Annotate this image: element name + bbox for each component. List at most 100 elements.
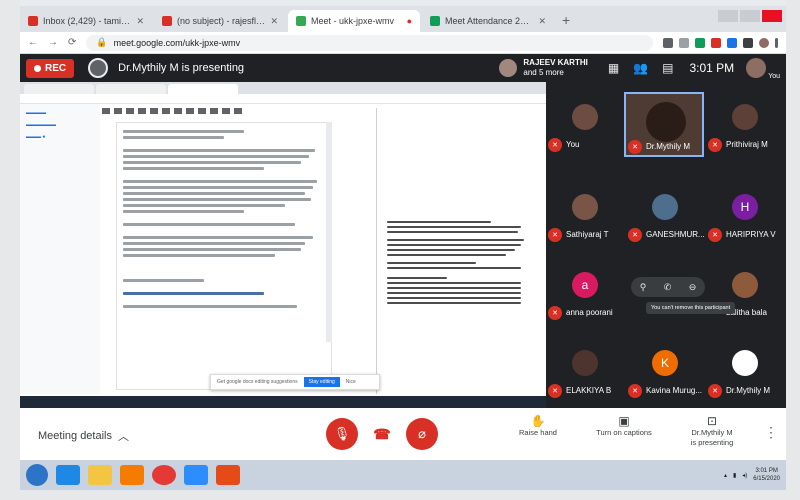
star-icon[interactable] xyxy=(679,37,689,48)
mic-off-icon: ✕ xyxy=(548,138,562,152)
participant-tile[interactable]: ✕ Dr.Mythily M xyxy=(706,338,786,403)
participant-tile[interactable]: ✕ GANESHMUR... xyxy=(626,182,706,247)
mic-toggle-button[interactable]: 🎙 xyxy=(326,418,358,450)
tab-gmail-inbox[interactable]: Inbox (2,429) - tamilpavai@gm ✕ xyxy=(20,10,152,32)
participant-tile[interactable]: H ✕ HARIPRIYA V xyxy=(706,182,786,247)
close-window-button[interactable] xyxy=(762,10,782,22)
participant-tile[interactable]: ✕ Sathiyaraj T xyxy=(546,182,626,247)
pdf-table-row xyxy=(387,302,522,304)
shared-screen: ▬▬▬▬ ▬▬▬▬▬▬ ▬▬▬ ● Get google docs editin… xyxy=(20,82,546,408)
recording-dot-icon xyxy=(34,64,41,72)
taskbar-clock[interactable]: 3:01 PM 6/15/2020 xyxy=(753,467,780,483)
toolbar-icon xyxy=(174,108,182,114)
pin-icon[interactable]: ⚲ xyxy=(640,282,647,293)
mic-off-icon: ✕ xyxy=(708,138,722,152)
app-icon[interactable] xyxy=(216,465,240,485)
reload-icon[interactable]: ⟳ xyxy=(68,37,76,48)
minimize-button[interactable] xyxy=(718,10,738,22)
doc-highlight-line xyxy=(123,292,265,295)
toolbar-icon xyxy=(162,108,170,114)
participant-tile[interactable]: ✕ Prithiviraj M xyxy=(706,92,786,157)
toolbar-icon xyxy=(198,108,206,114)
avatar xyxy=(572,194,598,220)
raise-hand-button[interactable]: ✋ Raise hand xyxy=(498,415,578,438)
screenshot-frame: Inbox (2,429) - tamilpavai@gm ✕ (no subj… xyxy=(0,0,800,500)
layout-grid-icon[interactable]: ▦ xyxy=(608,61,619,75)
meeting-details-button[interactable]: Meeting details ︿ xyxy=(38,428,129,444)
zoom-icon[interactable] xyxy=(184,465,208,485)
self-view-label: You xyxy=(768,73,780,80)
participant-grid: ✕ You ✕ Dr.Mythily M ✕ Prithiviraj M ✕ S… xyxy=(546,82,786,408)
participant-tile[interactable]: a ✕ anna poorani xyxy=(546,260,626,325)
tab-title: (no subject) - rajesfly@kaaai.e xyxy=(177,16,265,26)
participant-name: You xyxy=(566,140,580,149)
recording-badge: REC xyxy=(26,58,75,78)
participant-name: Dr.Mythily M xyxy=(726,386,770,395)
chrome-icon[interactable] xyxy=(152,465,176,485)
camera-toggle-button[interactable]: ⌀ xyxy=(406,418,438,450)
menu-icon[interactable] xyxy=(775,37,778,48)
hang-up-button[interactable]: ☎ xyxy=(366,418,398,450)
maximize-button[interactable] xyxy=(740,10,760,22)
extension-icon[interactable] xyxy=(727,37,737,48)
mute-participant-icon[interactable]: ✆ xyxy=(664,282,672,293)
address-bar[interactable]: 🔒 meet.google.com/ukk-jpxe-wmv xyxy=(86,34,653,51)
pdf-table-row xyxy=(387,287,522,289)
shared-doc-scrollbar xyxy=(326,122,332,342)
close-tab-icon[interactable]: ✕ xyxy=(270,16,278,27)
media-player-icon[interactable] xyxy=(120,465,144,485)
participant-name: Kavina Murug... xyxy=(646,386,703,395)
participant-tile[interactable]: Lalitha bala xyxy=(706,260,786,325)
tab-title: Meet Attendance 2020-6-15 12: xyxy=(445,16,534,26)
chat-icon[interactable]: ▤ xyxy=(662,61,673,75)
remove-participant-icon[interactable]: ⊖ xyxy=(689,282,697,293)
tab-meet[interactable]: Meet - ukk-jpxe-wmv ● xyxy=(288,10,420,32)
extension-icon[interactable] xyxy=(743,37,753,48)
forward-icon[interactable]: → xyxy=(48,37,58,48)
extension-icon[interactable] xyxy=(695,37,705,48)
taskbar-time: 3:01 PM xyxy=(755,468,778,474)
avatar xyxy=(732,350,758,376)
outline-line: ▬▬▬▬▬▬ xyxy=(26,122,56,128)
more-options-icon[interactable]: ⋮ xyxy=(764,424,778,441)
bottom-margin xyxy=(0,490,800,500)
close-tab-icon[interactable]: ✕ xyxy=(136,16,144,27)
doc-text-line xyxy=(123,155,309,158)
presenting-status-button[interactable]: ⊡ Dr.Mythily M is presenting xyxy=(672,415,752,448)
tab-attendance[interactable]: Meet Attendance 2020-6-15 12: ✕ xyxy=(422,10,554,32)
folder-icon[interactable] xyxy=(88,465,112,485)
participant-tile[interactable]: ✕ ELAKKIYA B xyxy=(546,338,626,403)
tray-chevron-icon[interactable]: ▴ xyxy=(724,472,727,479)
raise-hand-label: Raise hand xyxy=(519,428,557,437)
start-button[interactable] xyxy=(26,464,48,486)
taskbar-date: 6/15/2020 xyxy=(753,476,780,482)
participant-tile[interactable]: ✕ You xyxy=(546,92,626,157)
mic-off-icon: ✕ xyxy=(628,228,642,242)
toolbar-icon xyxy=(222,108,230,114)
tab-gmail-message[interactable]: (no subject) - rajesfly@kaaai.e ✕ xyxy=(154,10,286,32)
self-view-avatar[interactable] xyxy=(746,58,767,78)
window-controls xyxy=(718,10,782,22)
toolbar-icon xyxy=(138,108,146,114)
close-tab-icon[interactable]: ✕ xyxy=(538,16,546,27)
extension-icon[interactable] xyxy=(711,37,721,48)
participant-name: RAJEEV KARTHI xyxy=(523,58,588,67)
participants-summary[interactable]: RAJEEV KARTHI and 5 more xyxy=(499,58,588,78)
participant-tile[interactable]: K ✕ Kavina Murug... xyxy=(626,338,706,403)
new-tab-button[interactable]: + xyxy=(562,12,570,28)
close-tab-icon[interactable]: ● xyxy=(407,16,412,26)
back-icon[interactable]: ← xyxy=(28,37,38,48)
people-icon[interactable]: 👥 xyxy=(633,61,648,75)
ie-icon[interactable] xyxy=(56,465,80,485)
captions-button[interactable]: ▣ Turn on captions xyxy=(584,415,664,438)
profile-avatar[interactable] xyxy=(759,37,769,48)
url-text: meet.google.com/ukk-jpxe-wmv xyxy=(113,37,241,48)
participant-tile-speaking[interactable]: ✕ Dr.Mythily M xyxy=(624,92,704,157)
mic-off-icon: ✕ xyxy=(548,384,562,398)
extension-icon[interactable] xyxy=(663,37,673,48)
shared-doc-toolbar xyxy=(102,106,372,116)
network-icon[interactable]: ▮ xyxy=(733,472,736,479)
volume-icon[interactable]: ◂) xyxy=(742,472,747,479)
doc-text-line xyxy=(123,242,305,245)
pdf-text-line xyxy=(387,226,522,228)
